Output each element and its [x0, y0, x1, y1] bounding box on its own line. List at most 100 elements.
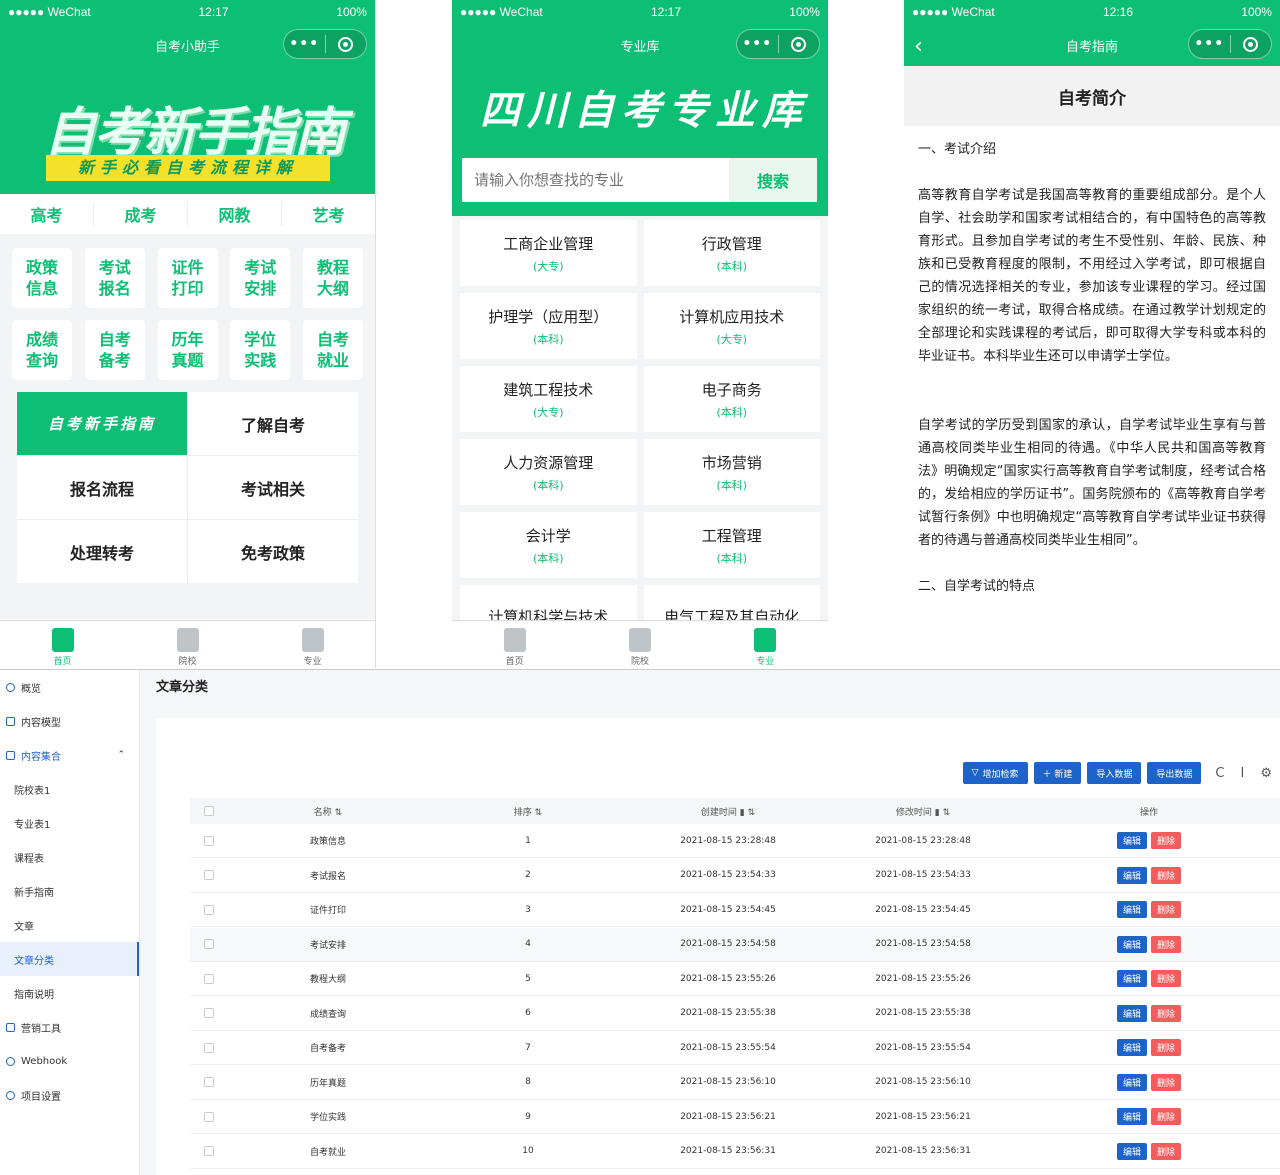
major-card[interactable]: 工程管理 (本科) [643, 512, 820, 578]
cat-tab[interactable]: 高考 [0, 202, 94, 226]
major-card[interactable]: 建筑工程技术 (大专) [460, 366, 637, 432]
row-checkbox[interactable] [204, 870, 214, 880]
edit-button[interactable]: 编辑 [1116, 1004, 1147, 1022]
sidebar-subitem-selected[interactable]: 文章分类 [0, 942, 139, 976]
edit-button[interactable]: 编辑 [1116, 1142, 1147, 1160]
search-input[interactable] [462, 158, 729, 202]
mini-program-capsule[interactable]: ••• [1188, 29, 1272, 59]
more-icon[interactable]: ••• [1189, 36, 1230, 52]
row-checkbox[interactable] [204, 1146, 214, 1156]
edit-button[interactable]: 编辑 [1116, 970, 1147, 987]
major-card[interactable]: 计算机应用技术 (大专) [643, 293, 820, 359]
sidebar-item-content-model[interactable]: 内容模型 [0, 704, 139, 738]
sidebar-subitem[interactable]: 课程表 [0, 840, 139, 874]
delete-button[interactable]: 删除 [1151, 901, 1182, 918]
refresh-icon[interactable]: C [1215, 766, 1224, 781]
tab-majors[interactable]: 专业 [703, 621, 828, 668]
delete-button[interactable]: 删除 [1151, 970, 1182, 987]
edit-button[interactable]: 编辑 [1116, 935, 1147, 953]
grid-item[interactable]: 证件打印 [157, 248, 218, 308]
mini-program-capsule[interactable]: ••• [736, 29, 820, 59]
col-modified[interactable]: 修改时间 ▮ ⇅ [828, 805, 1018, 818]
close-ring-icon[interactable] [1231, 36, 1272, 52]
grid-item[interactable]: 自考就业 [303, 320, 363, 380]
sidebar-group-content-collection[interactable]: 内容集合 ⌃ [0, 738, 139, 772]
tab-schools[interactable]: 院校 [577, 621, 702, 668]
edit-button[interactable]: 编辑 [1116, 1108, 1147, 1125]
tab-home[interactable]: 首页 [0, 621, 125, 668]
cat-tab[interactable]: 艺考 [282, 202, 375, 226]
major-card[interactable]: 护理学（应用型） (本科) [460, 293, 637, 359]
sidebar-subitem[interactable]: 文章 [0, 908, 139, 942]
cat-tab[interactable]: 成考 [94, 202, 188, 226]
edit-button[interactable]: 编辑 [1116, 1039, 1147, 1056]
close-ring-icon[interactable] [326, 36, 367, 52]
edit-button[interactable]: 编辑 [1116, 866, 1147, 884]
tab-home[interactable]: 首页 [452, 621, 577, 668]
delete-button[interactable]: 删除 [1151, 866, 1182, 884]
major-card[interactable]: 电气工程及其自动化 [643, 585, 820, 620]
export-button[interactable]: 导出数据 [1147, 762, 1202, 784]
menu-item[interactable]: 免考政策 [188, 520, 358, 583]
sidebar-subitem[interactable]: 新手指南 [0, 874, 139, 908]
major-card[interactable]: 人力资源管理 (本科) [460, 439, 637, 505]
grid-item[interactable]: 学位实践 [230, 320, 291, 380]
row-checkbox[interactable] [204, 1008, 214, 1018]
sidebar-item-webhook[interactable]: Webhook [0, 1044, 139, 1078]
menu-item[interactable]: 报名流程 [17, 456, 187, 519]
col-order[interactable]: 排序 ⇅ [428, 805, 628, 818]
major-card[interactable]: 会计学 (本科) [460, 512, 637, 578]
delete-button[interactable]: 删除 [1151, 935, 1182, 953]
row-checkbox[interactable] [204, 904, 214, 915]
delete-button[interactable]: 删除 [1151, 1004, 1182, 1022]
import-button[interactable]: 导入数据 [1087, 762, 1142, 784]
edit-button[interactable]: 编辑 [1116, 832, 1147, 849]
grid-item[interactable]: 考试安排 [230, 248, 291, 308]
row-checkbox[interactable] [204, 1077, 214, 1087]
row-checkbox[interactable] [204, 1042, 214, 1053]
settings-icon[interactable]: ⚙ [1260, 766, 1272, 781]
edit-button[interactable]: 编辑 [1116, 1073, 1147, 1091]
select-all-checkbox[interactable] [204, 806, 214, 816]
grid-item[interactable]: 自考备考 [84, 320, 145, 380]
tab-schools[interactable]: 院校 [125, 621, 250, 668]
major-card[interactable]: 市场营销 (本科) [643, 439, 820, 505]
more-icon[interactable]: ••• [284, 36, 325, 52]
menu-item-active[interactable]: 自考新手指南 [17, 392, 187, 455]
banner[interactable]: 自考新手指南 新手必看自考流程详解 [0, 66, 375, 194]
menu-item[interactable]: 处理转考 [17, 520, 187, 583]
grid-item[interactable]: 政策信息 [12, 248, 72, 308]
major-card[interactable]: 工商企业管理 (大专) [460, 220, 637, 286]
sidebar-subitem[interactable]: 指南说明 [0, 976, 139, 1010]
search-button[interactable]: 搜索 [729, 158, 817, 202]
row-checkbox[interactable] [204, 939, 214, 949]
col-name[interactable]: 名称 ⇅ [228, 805, 428, 818]
grid-item[interactable]: 教程大纲 [303, 248, 363, 308]
delete-button[interactable]: 删除 [1151, 832, 1182, 849]
sidebar-item-marketing[interactable]: 营销工具 [0, 1010, 139, 1044]
sidebar-item-settings[interactable]: 项目设置 [0, 1078, 139, 1112]
back-arrow-icon[interactable]: ‹ [914, 34, 923, 59]
delete-button[interactable]: 删除 [1151, 1142, 1182, 1160]
delete-button[interactable]: 删除 [1151, 1108, 1182, 1125]
add-filter-button[interactable]: ▽ 增加检索 [962, 762, 1028, 784]
sidebar-item-overview[interactable]: 概览 [0, 670, 139, 704]
edit-button[interactable]: 编辑 [1116, 901, 1147, 918]
delete-button[interactable]: 删除 [1151, 1039, 1182, 1056]
row-checkbox[interactable] [204, 1111, 214, 1122]
major-card[interactable]: 行政管理 (本科) [643, 220, 820, 286]
col-created[interactable]: 创建时间 ▮ ⇅ [628, 805, 828, 818]
delete-button[interactable]: 删除 [1151, 1073, 1182, 1091]
column-width-icon[interactable]: I [1241, 766, 1245, 781]
new-button[interactable]: ＋ 新建 [1033, 762, 1082, 784]
tab-majors[interactable]: 专业 [250, 621, 375, 668]
sidebar-subitem[interactable]: 院校表1 [0, 772, 139, 806]
menu-item[interactable]: 考试相关 [188, 456, 358, 519]
menu-item[interactable]: 了解自考 [188, 392, 358, 455]
major-card[interactable]: 电子商务 (本科) [643, 366, 820, 432]
close-ring-icon[interactable] [779, 36, 820, 52]
major-card[interactable]: 计算机科学与技术 [460, 585, 637, 620]
cat-tab[interactable]: 网教 [188, 202, 282, 226]
mini-program-capsule[interactable]: ••• [283, 29, 367, 59]
row-checkbox[interactable] [204, 835, 214, 846]
